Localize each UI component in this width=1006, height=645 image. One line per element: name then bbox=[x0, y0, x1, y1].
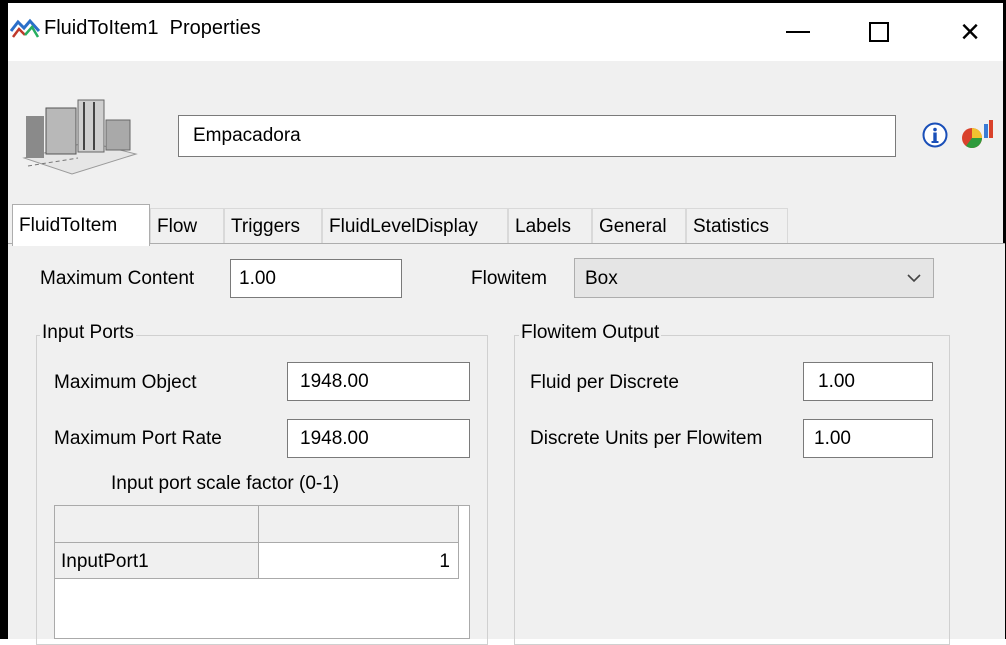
input-port-scale-table[interactable]: InputPort1 1 bbox=[54, 505, 470, 639]
maximum-object-label: Maximum Object bbox=[54, 372, 197, 393]
statistics-icon[interactable] bbox=[960, 118, 994, 152]
info-icon[interactable] bbox=[922, 122, 948, 148]
discrete-units-per-flowitem-label: Discrete Units per Flowitem bbox=[530, 428, 763, 449]
chevron-down-icon bbox=[907, 274, 921, 283]
flowitem-output-title: Flowitem Output bbox=[519, 322, 662, 344]
discrete-units-per-flowitem-field[interactable] bbox=[803, 419, 933, 458]
maximize-icon bbox=[869, 22, 889, 42]
minimize-icon bbox=[786, 31, 810, 33]
window-frame-left bbox=[0, 0, 8, 639]
maximum-content-label: Maximum Content bbox=[40, 268, 195, 289]
table-corner-header bbox=[55, 506, 259, 543]
close-button[interactable]: × bbox=[935, 3, 1005, 61]
window-title: FluidToItem1 Properties bbox=[44, 17, 261, 39]
tab-general[interactable]: General bbox=[592, 208, 686, 244]
fluid-per-discrete-field[interactable] bbox=[803, 362, 933, 401]
input-port-scale-factor-label: Input port scale factor (0-1) bbox=[111, 473, 340, 494]
maximum-content-field[interactable] bbox=[230, 259, 402, 298]
tab-triggers[interactable]: Triggers bbox=[224, 208, 322, 244]
maximum-port-rate-field[interactable] bbox=[287, 419, 470, 458]
flowitem-label: Flowitem bbox=[471, 268, 548, 289]
table-column-header[interactable] bbox=[259, 506, 459, 543]
minimize-button[interactable] bbox=[763, 3, 833, 61]
input-ports-title: Input Ports bbox=[40, 322, 136, 344]
tab-fluidtoitem[interactable]: FluidToItem bbox=[12, 204, 150, 246]
table-cell-value[interactable]: 1 bbox=[259, 543, 459, 579]
flowitem-selected-value: Box bbox=[585, 268, 618, 289]
object-name-field[interactable] bbox=[178, 115, 896, 157]
flowitem-dropdown[interactable]: Box bbox=[574, 258, 934, 298]
object-thumbnail-icon bbox=[22, 99, 138, 175]
tab-statistics[interactable]: Statistics bbox=[686, 208, 788, 244]
tab-flow[interactable]: Flow bbox=[150, 208, 224, 244]
tab-labels[interactable]: Labels bbox=[508, 208, 592, 244]
fluid-per-discrete-label: Fluid per Discrete bbox=[530, 372, 679, 393]
app-icon bbox=[10, 18, 40, 38]
close-icon: × bbox=[960, 13, 980, 51]
table-row-header[interactable]: InputPort1 bbox=[55, 543, 259, 579]
maximum-port-rate-label: Maximum Port Rate bbox=[54, 428, 222, 449]
tab-fluidleveldisplay[interactable]: FluidLevelDisplay bbox=[322, 208, 508, 244]
maximize-button[interactable] bbox=[844, 3, 914, 61]
maximum-object-field[interactable] bbox=[287, 362, 470, 401]
